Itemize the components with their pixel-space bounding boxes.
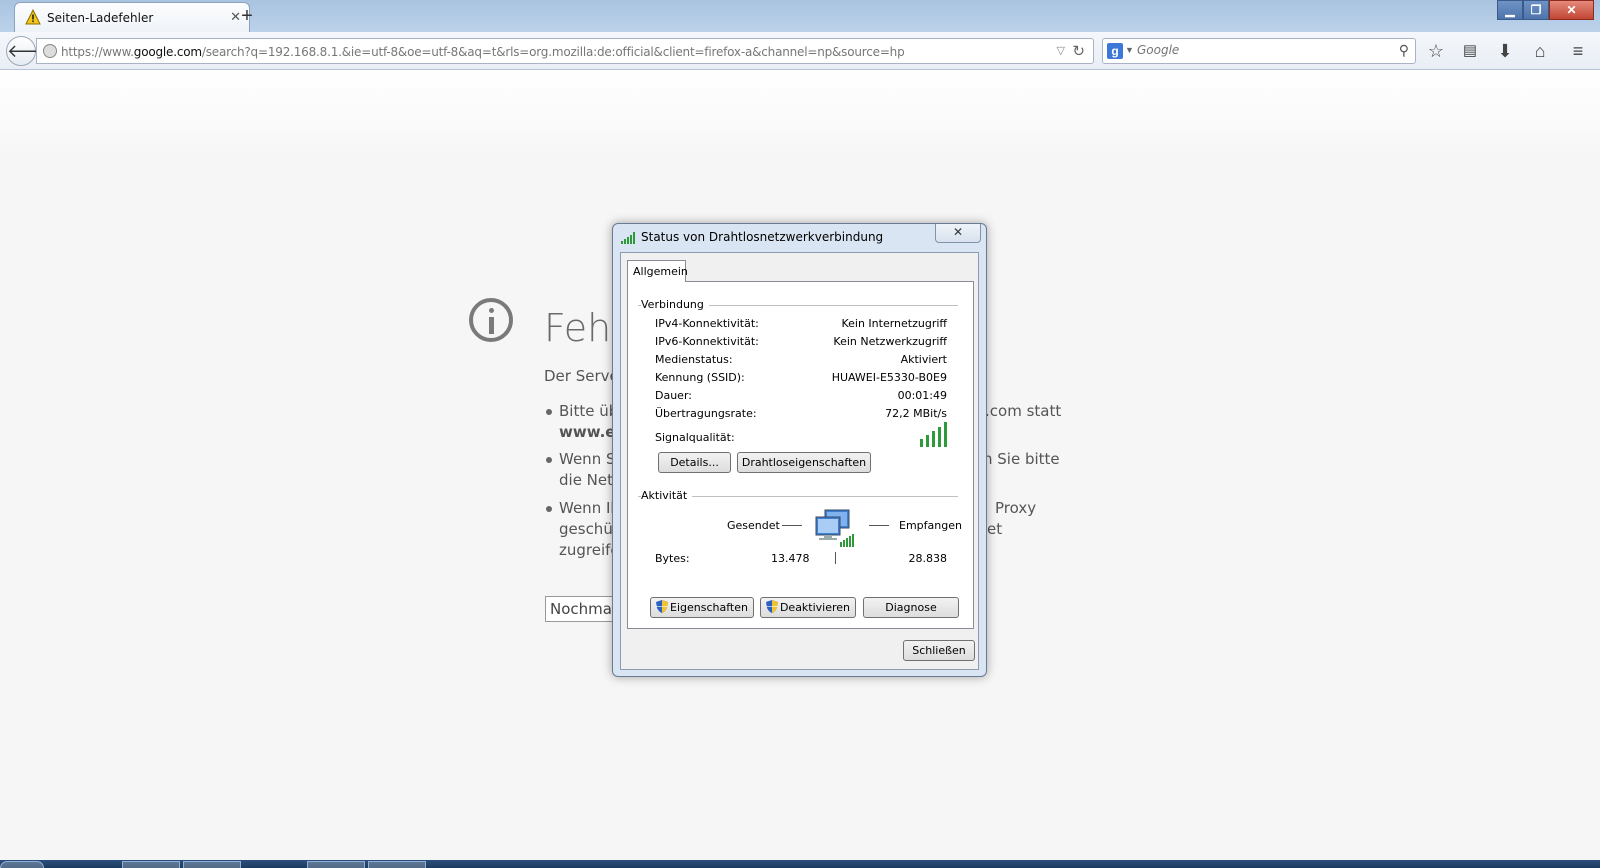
warning-icon [25,9,41,25]
received-label: Empfangen [899,519,962,532]
dialog-close-icon[interactable]: ✕ [935,224,981,243]
row-label: IPv4-Konnektivität: [655,317,759,330]
properties-button[interactable]: Eigenschaften [650,597,754,618]
bullet-icon [546,409,552,415]
reload-icon[interactable]: ↻ [1072,42,1085,60]
bookmark-star-icon[interactable]: ☆ [1424,40,1448,62]
network-computers-icon [815,509,854,547]
new-tab-button[interactable]: + [234,3,260,29]
taskbar-item[interactable] [122,861,180,868]
downloads-icon[interactable]: ⬇ [1493,40,1517,62]
group-label-connection: Verbindung [641,298,709,311]
bytes-received-value: 28.838 [908,552,948,565]
bytes-sent-value: 13.478 [771,552,810,565]
start-button[interactable] [0,861,44,868]
taskbar-item[interactable] [307,861,365,868]
browser-titlebar: Seiten-Ladefehler ✕ + ▁ ❐ ✕ [0,0,1600,33]
row-value: Kein Internetzugriff [841,317,947,330]
google-engine-icon[interactable]: g [1107,43,1123,59]
bullet-icon [546,506,552,512]
signal-strength-icon [920,422,952,447]
dialog-body: Allgemein Verbindung IPv4-Konnektivität:… [620,252,979,670]
home-icon[interactable]: ⌂ [1528,40,1552,62]
tab-allgemein[interactable]: Allgemein [627,260,688,282]
wireless-status-dialog: Status von Drahtlosnetzwerkverbindung ✕ … [612,223,987,677]
tab-title: Seiten-Ladefehler [47,11,154,25]
row-value: HUAWEI-E5330-B0E9 [831,371,947,384]
bookmarks-list-icon[interactable]: ▤ [1458,40,1482,62]
info-icon [469,298,513,342]
row-label: Übertragungsrate: [655,407,757,420]
signal-quality-label: Signalqualität: [655,431,735,444]
row-label: Kennung (SSID): [655,371,745,384]
dialog-title: Status von Drahtlosnetzwerkverbindung [641,230,884,244]
browser-tab[interactable]: Seiten-Ladefehler ✕ [14,2,250,33]
close-button[interactable]: Schließen [903,640,975,661]
deactivate-button[interactable]: Deaktivieren [760,597,856,618]
window-close-button[interactable]: ✕ [1549,0,1594,20]
wireless-properties-button[interactable]: Drahtloseigenschaften [737,452,871,473]
window-restore-button[interactable]: ❐ [1523,0,1549,20]
engine-dropdown-icon[interactable]: ▼ [1125,45,1134,55]
back-button[interactable]: 🡐 [6,36,55,66]
navigation-toolbar: 🡐 https://www.google.com/search?q=192.16… [0,32,1600,70]
row-value: Kein Netzwerkzugriff [833,335,947,348]
uac-shield-icon [656,600,669,613]
diagnose-button[interactable]: Diagnose [863,597,959,618]
row-label: IPv6-Konnektivität: [655,335,759,348]
row-value: 00:01:49 [897,389,947,402]
error-title: Fehl [544,306,622,350]
retry-button[interactable]: Nochmal [545,596,615,622]
taskbar-item[interactable] [183,861,241,868]
search-input[interactable] [1137,43,1377,57]
search-bar[interactable]: g ▼ ⚲ [1102,38,1416,64]
bytes-label: Bytes: [655,552,690,565]
group-label-activity: Aktivität [641,489,693,502]
uac-shield-icon [765,600,778,613]
row-value: Aktiviert [900,353,947,366]
tab-panel: Verbindung IPv4-Konnektivität: Kein Inte… [627,281,974,629]
bullet-icon [546,457,552,463]
taskbar-item[interactable] [368,861,426,868]
row-label: Dauer: [655,389,692,402]
menu-icon[interactable]: ≡ [1566,40,1590,62]
details-button[interactable]: Details... [658,452,731,473]
sent-label: Gesendet [727,519,780,532]
window-minimize-button[interactable]: ▁ [1497,0,1523,20]
signal-icon [621,232,635,244]
row-label: Medienstatus: [655,353,733,366]
url-text[interactable]: https://www.google.com/search?q=192.168.… [61,45,905,59]
row-value: 72,2 MBit/s [885,407,947,420]
url-history-dropdown-icon[interactable]: ▽ [1057,44,1065,57]
search-icon[interactable]: ⚲ [1399,42,1409,59]
url-bar[interactable]: https://www.google.com/search?q=192.168.… [36,38,1094,64]
site-identity-icon[interactable] [43,44,57,58]
